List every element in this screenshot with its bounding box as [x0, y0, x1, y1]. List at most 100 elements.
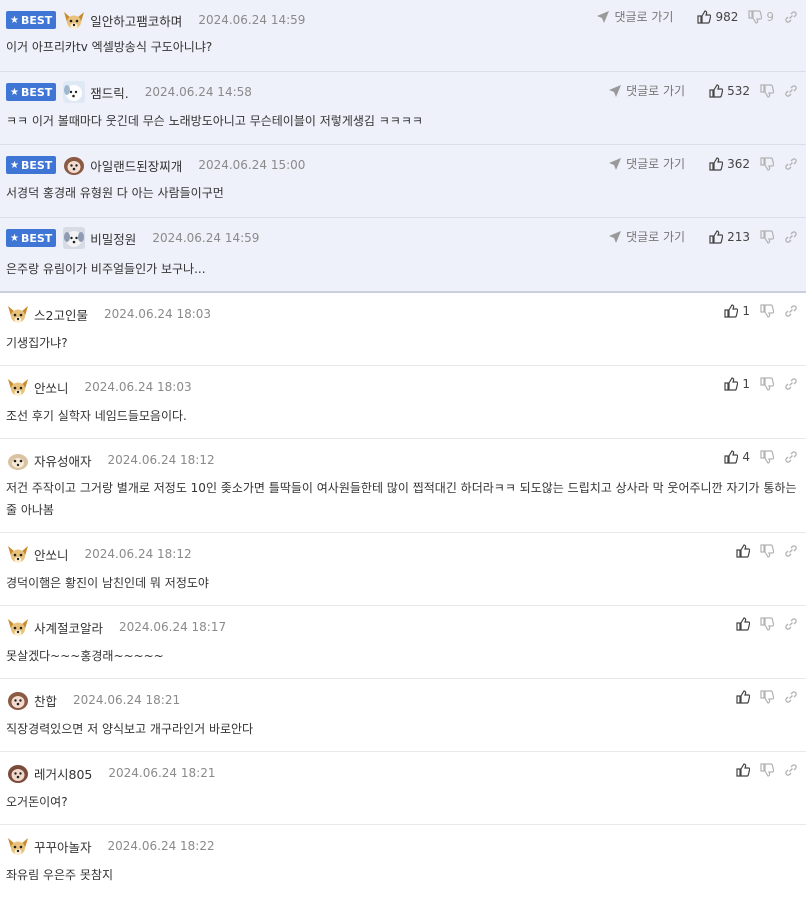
- link-icon: [784, 690, 798, 704]
- comment-actions: 댓글로 가기 532: [608, 82, 798, 99]
- comment-text: 경덕이햄은 황진이 남친인데 뭐 저정도야: [6, 576, 209, 590]
- thumbs-down-icon: [760, 304, 774, 318]
- dislike-button[interactable]: [760, 690, 774, 704]
- avatar-dog-icon[interactable]: [62, 153, 86, 177]
- link-icon: [784, 304, 798, 318]
- avatar-fox-icon[interactable]: [6, 542, 30, 566]
- share-button[interactable]: [784, 304, 798, 318]
- dislike-button[interactable]: 9: [748, 10, 774, 24]
- avatar-fox-icon[interactable]: [6, 375, 30, 399]
- share-button[interactable]: [784, 377, 798, 391]
- dislike-button[interactable]: [760, 83, 774, 98]
- dislike-button[interactable]: [760, 229, 774, 244]
- like-button[interactable]: 982: [697, 10, 738, 24]
- share-button[interactable]: [784, 10, 798, 24]
- nickname[interactable]: 잼드릭.: [90, 83, 128, 102]
- avatar-dog-icon[interactable]: [6, 688, 30, 712]
- avatar-fox-icon[interactable]: [6, 615, 30, 639]
- like-button[interactable]: 4: [724, 450, 750, 464]
- comment-actions: 댓글로 가기 362: [608, 155, 798, 172]
- share-button[interactable]: [784, 763, 798, 777]
- nickname[interactable]: 아일랜드된장찌개: [90, 156, 182, 175]
- avatar-fox-icon[interactable]: [62, 8, 86, 32]
- best-comment: ★ BEST 일안하고팸코하며 2024.06.24 14:59 이거 아프리카t…: [0, 0, 806, 72]
- share-button[interactable]: [784, 157, 798, 171]
- share-button[interactable]: [784, 617, 798, 631]
- best-comment: ★ BEST 비밀정원 2024.06.24 14:59 은주랑 유림이가 비주얼…: [0, 218, 806, 293]
- link-icon: [784, 617, 798, 631]
- comment-text: ㅋㅋ 이거 볼때마다 웃긴데 무슨 노래방도아니고 무슨테이블이 저렇게생김 ㅋ…: [6, 114, 423, 128]
- nickname[interactable]: 일안하고팸코하며: [90, 11, 182, 30]
- like-button[interactable]: 1: [724, 377, 750, 391]
- best-badge: ★ BEST: [6, 229, 57, 247]
- nickname[interactable]: 찬합: [34, 691, 57, 710]
- dislike-button[interactable]: [760, 377, 774, 391]
- avatar-fox-icon[interactable]: [6, 302, 30, 326]
- avatar-dog-icon[interactable]: [6, 761, 30, 785]
- timestamp: 2024.06.24 18:21: [73, 693, 181, 707]
- like-button[interactable]: 213: [709, 230, 750, 244]
- nickname[interactable]: 스2고인물: [34, 305, 88, 324]
- share-button[interactable]: [784, 84, 798, 98]
- avatar-puppy-icon[interactable]: [62, 226, 86, 250]
- link-icon: [784, 377, 798, 391]
- star-icon: ★: [10, 14, 19, 26]
- share-button[interactable]: [784, 450, 798, 464]
- thumbs-down-icon: [760, 690, 774, 704]
- nickname[interactable]: 안쏘니: [34, 378, 69, 397]
- like-button[interactable]: [736, 544, 750, 558]
- dislike-button[interactable]: [760, 156, 774, 171]
- like-button[interactable]: 362: [709, 157, 750, 171]
- thumbs-up-icon: [697, 9, 712, 24]
- timestamp: 2024.06.24 14:59: [198, 13, 306, 27]
- navigate-arrow-icon: [596, 10, 610, 24]
- dislike-button[interactable]: [760, 304, 774, 318]
- dislike-button[interactable]: [760, 450, 774, 464]
- thumbs-up-icon: [724, 450, 739, 464]
- comment-header: ★ BEST 비밀정원 2024.06.24 14:59: [6, 227, 259, 249]
- nickname[interactable]: 자유성애자: [34, 451, 92, 470]
- like-button[interactable]: [736, 690, 750, 704]
- like-button[interactable]: [736, 617, 750, 631]
- go-to-reply-link[interactable]: 댓글로 가기: [608, 155, 685, 172]
- avatar-dog-icon[interactable]: [6, 448, 30, 472]
- nickname[interactable]: 사계절코알라: [34, 618, 103, 637]
- go-to-reply-link[interactable]: 댓글로 가기: [596, 8, 673, 25]
- share-button[interactable]: [784, 690, 798, 704]
- star-icon: ★: [10, 86, 19, 98]
- like-button[interactable]: 1: [724, 304, 750, 318]
- go-to-reply-link[interactable]: 댓글로 가기: [608, 82, 685, 99]
- comment-actions: [726, 763, 798, 777]
- star-icon: ★: [10, 159, 19, 171]
- dislike-button[interactable]: [760, 763, 774, 777]
- comment-text: 오거돈이여?: [6, 795, 68, 809]
- like-button[interactable]: 532: [709, 84, 750, 98]
- avatar-fox-icon[interactable]: [6, 834, 30, 858]
- comment-actions: [726, 690, 798, 704]
- share-button[interactable]: [784, 230, 798, 244]
- nickname[interactable]: 레거시805: [34, 764, 92, 783]
- nickname[interactable]: 꾸꾸아놀자: [34, 837, 92, 856]
- comment-actions: [726, 617, 798, 631]
- nickname[interactable]: 안쏘니: [34, 545, 69, 564]
- thumbs-down-icon: [760, 83, 774, 98]
- dislike-button[interactable]: [760, 617, 774, 631]
- comment-header: 꾸꾸아놀자 2024.06.24 18:22: [6, 835, 215, 857]
- comment-header: 찬합 2024.06.24 18:21: [6, 689, 180, 711]
- thumbs-up-icon: [736, 763, 750, 777]
- nickname[interactable]: 비밀정원: [90, 229, 136, 248]
- comment: 레거시805 2024.06.24 18:21 오거돈이여?: [0, 752, 806, 825]
- thumbs-up-icon: [709, 156, 724, 171]
- avatar-puppy-icon[interactable]: [62, 80, 86, 104]
- go-to-reply-link[interactable]: 댓글로 가기: [608, 228, 685, 245]
- thumbs-down-icon: [760, 229, 774, 244]
- thumbs-down-icon: [760, 544, 774, 558]
- dislike-button[interactable]: [760, 544, 774, 558]
- link-icon: [784, 450, 798, 464]
- link-icon: [784, 157, 798, 171]
- like-button[interactable]: [736, 763, 750, 777]
- timestamp: 2024.06.24 18:22: [107, 839, 215, 853]
- link-icon: [784, 763, 798, 777]
- share-button[interactable]: [784, 544, 798, 558]
- thumbs-down-icon: [760, 450, 774, 464]
